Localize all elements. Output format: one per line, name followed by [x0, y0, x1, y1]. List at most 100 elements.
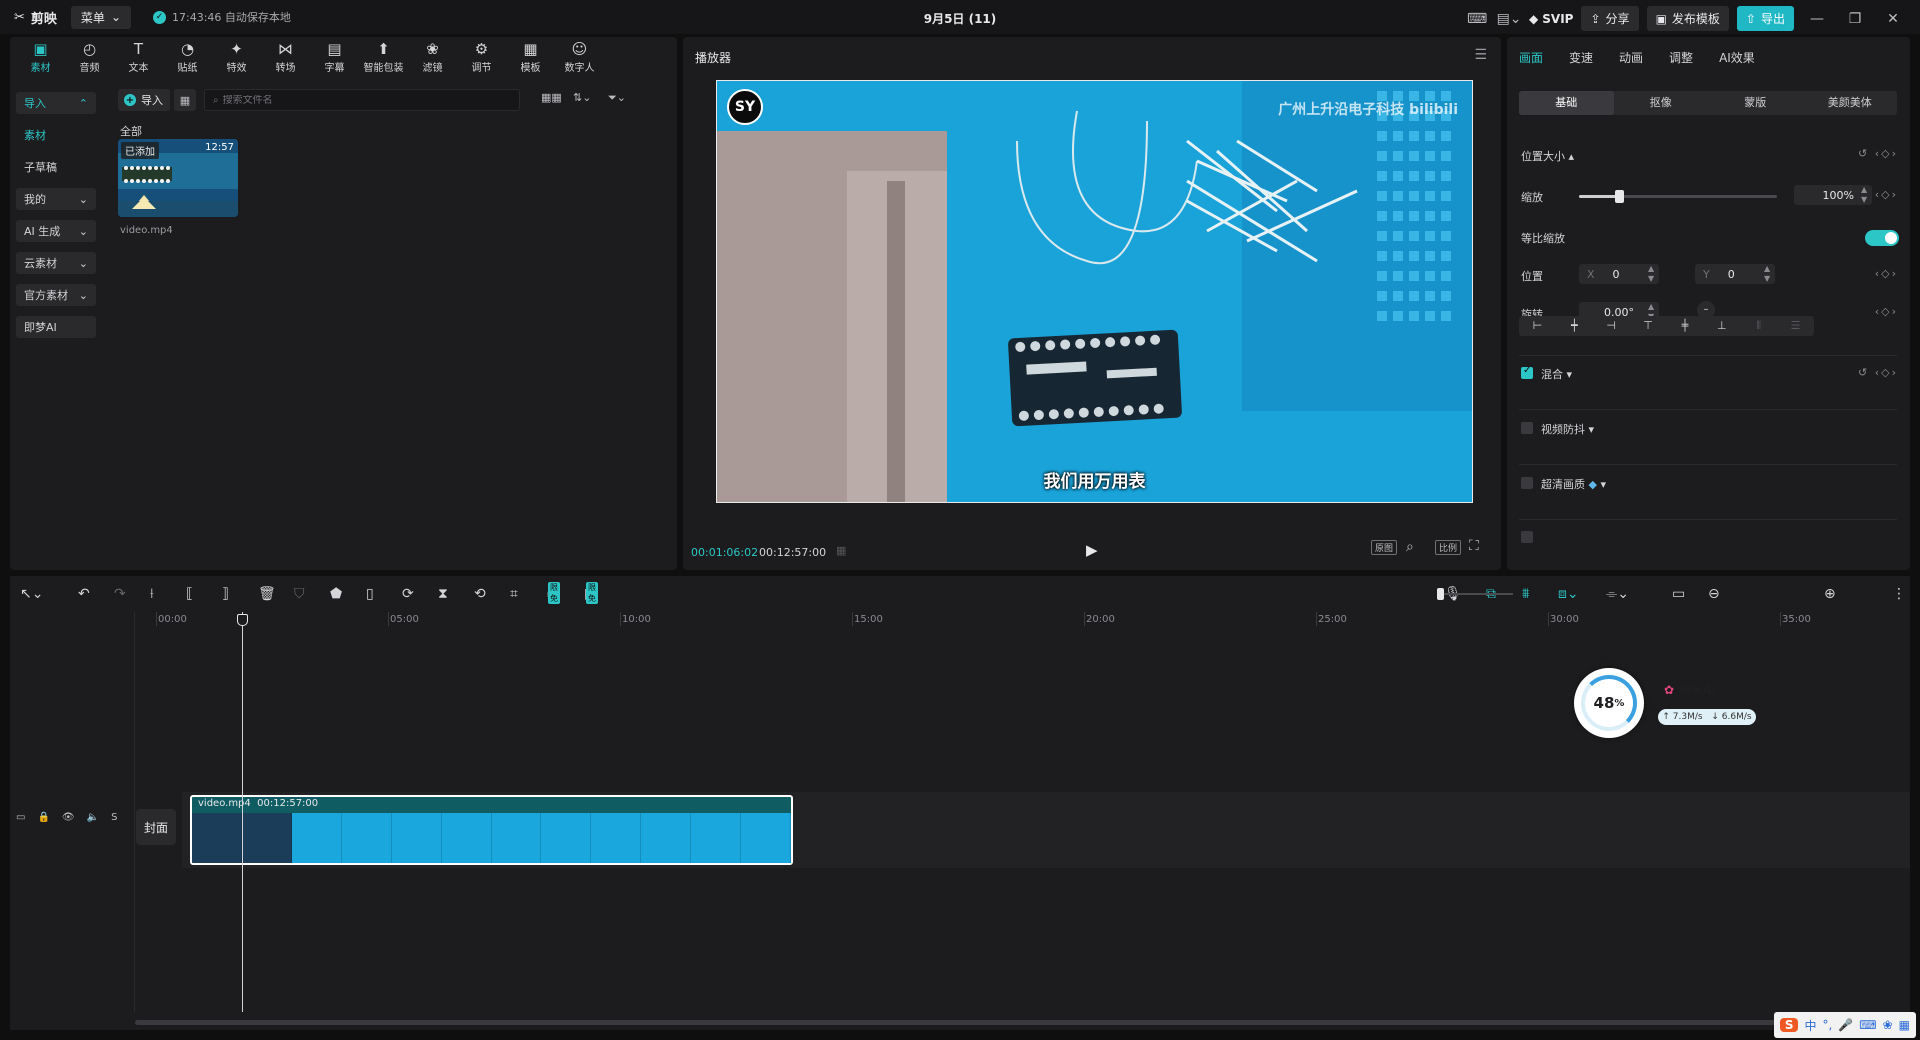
timeline-grid-icon[interactable]: ▦: [836, 544, 846, 557]
stepper-icon[interactable]: ▲▼: [1861, 185, 1867, 205]
sidebar-item-3[interactable]: AI 生成 ⌄: [16, 220, 96, 242]
ime-item-5[interactable]: ❀: [1883, 1018, 1893, 1032]
split-left-icon[interactable]: ⟦: [186, 586, 193, 602]
mirror-icon[interactable]: ⧗: [438, 586, 448, 602]
split-icon[interactable]: ⟊: [150, 586, 154, 602]
menu-button[interactable]: 菜单 ⌄: [70, 5, 131, 29]
sidebar-item-0[interactable]: 素材: [16, 124, 96, 146]
keyframe-icon[interactable]: ‹◇›: [1875, 188, 1898, 201]
tool-tab-4[interactable]: ✦ 特效: [212, 37, 261, 77]
stabilize-label[interactable]: 视频防抖 ▾: [1541, 421, 1594, 437]
speaker-icon[interactable]: 🔈: [87, 812, 99, 823]
align-bottom-icon[interactable]: ⊥: [1703, 316, 1740, 336]
fullscreen-icon[interactable]: ⛶: [1469, 538, 1479, 554]
tool-tab-3[interactable]: ◔ 贴纸: [163, 37, 212, 77]
track-thumbnail-toggle-icon[interactable]: ▭: [16, 812, 25, 823]
lock-icon[interactable]: 🔒: [37, 812, 49, 823]
zoom-slider-handle[interactable]: [1437, 588, 1444, 600]
solo-icon[interactable]: S: [111, 812, 117, 823]
reset-keyframe-icon[interactable]: ↺ ‹◇›: [1858, 366, 1898, 379]
position-x-input[interactable]: X0: [1579, 264, 1659, 284]
ime-item-1[interactable]: 中: [1804, 1017, 1816, 1034]
import-button[interactable]: + 导入: [118, 89, 170, 111]
playhead-handle[interactable]: [237, 614, 248, 626]
more-options-icon[interactable]: ⋮: [1892, 586, 1906, 602]
filter-icon[interactable]: ⏷⌄: [608, 91, 626, 105]
blend-label[interactable]: 混合 ▾: [1541, 366, 1572, 382]
stepper-icon[interactable]: ▲▼: [1764, 264, 1770, 284]
sidebar-item-4[interactable]: 云素材 ⌄: [16, 252, 96, 274]
position-y-input[interactable]: Y0: [1695, 264, 1775, 284]
layout-icon[interactable]: ▤⌄: [1497, 8, 1522, 30]
play-icon[interactable]: ▶: [1086, 541, 1098, 559]
export-button[interactable]: ⇧ 导出: [1736, 6, 1794, 31]
keyframe-icon[interactable]: ‹◇›: [1875, 305, 1898, 318]
zoom-in-icon[interactable]: ⊕: [1824, 586, 1836, 602]
tool-tab-9[interactable]: ⚙ 调节: [457, 37, 506, 77]
close-icon[interactable]: ✕: [1878, 11, 1908, 27]
crop-icon[interactable]: ⌗: [510, 586, 518, 602]
search-input[interactable]: [222, 94, 503, 106]
select-cursor-icon[interactable]: ↖⌄: [20, 586, 43, 602]
scale-slider[interactable]: [1579, 190, 1777, 203]
keyframe-icon[interactable]: ‹◇›: [1875, 267, 1898, 280]
hd-label[interactable]: 超清画质 ◆ ▾: [1541, 476, 1606, 492]
tool-tab-2[interactable]: T 文本: [114, 37, 163, 77]
align-left-icon[interactable]: ⊢: [1519, 316, 1556, 336]
reverse-icon[interactable]: ⟳: [402, 586, 414, 602]
tool-tab-6[interactable]: ▤ 字幕: [310, 37, 359, 77]
tool-tab-0[interactable]: ▣ 素材: [16, 37, 65, 77]
prop-subtab-3[interactable]: 美颜美体: [1803, 91, 1898, 115]
sidebar-item-6[interactable]: 即梦AI: [16, 316, 96, 338]
align-middle-v-icon[interactable]: ╪: [1667, 316, 1704, 336]
uniform-scale-toggle[interactable]: [1865, 230, 1899, 246]
ai-matting-icon[interactable]: ▭ 限免: [546, 582, 560, 604]
redo-icon[interactable]: ↷: [114, 586, 126, 602]
split-right-icon[interactable]: ⟧: [222, 586, 229, 602]
prop-tab-2[interactable]: 动画: [1619, 49, 1643, 66]
ime-item-6[interactable]: ▦: [1899, 1018, 1910, 1032]
playhead[interactable]: [237, 612, 248, 1012]
aspect-ratio-button[interactable]: 比例: [1435, 540, 1462, 555]
section-position-size[interactable]: 位置大小 ▴: [1521, 148, 1574, 164]
cover-button[interactable]: 封面: [136, 809, 176, 845]
preview-axis-icon[interactable]: ⌯⌄: [1606, 586, 1629, 602]
network-speed-widget[interactable]: 48% ✿ 纳米AI ↑ 7.3M/s ↓ 6.6M/s: [1574, 668, 1760, 738]
tool-tab-1[interactable]: ◴ 音频: [65, 37, 114, 77]
original-quality-button[interactable]: 原图: [1371, 540, 1398, 555]
prop-tab-4[interactable]: AI效果: [1719, 49, 1755, 66]
ai-extend-icon[interactable]: ▣ 限免: [584, 582, 598, 604]
distribute-v-icon[interactable]: ☰: [1777, 316, 1814, 336]
distribute-h-icon[interactable]: ⫴: [1740, 316, 1777, 336]
publish-template-button[interactable]: ▣ 发布模板: [1646, 6, 1729, 31]
ime-item-3[interactable]: 🎤: [1838, 1018, 1853, 1032]
rotate-icon[interactable]: ⟲: [474, 586, 486, 602]
sidebar-item-5[interactable]: 官方素材 ⌄: [16, 284, 96, 306]
blend-checkbox[interactable]: [1521, 365, 1533, 379]
prop-subtab-2[interactable]: 蒙版: [1708, 91, 1803, 115]
restore-icon[interactable]: ❐: [1840, 11, 1870, 27]
sort-icon[interactable]: ⇅⌄: [573, 91, 591, 104]
freeze-frame-icon[interactable]: ▯: [366, 586, 374, 602]
hamburger-menu-icon[interactable]: ☰: [1474, 47, 1487, 63]
svip-badge[interactable]: ◆ SVIP: [1529, 12, 1573, 26]
timeline-preview-icon[interactable]: ▭: [1672, 586, 1685, 602]
align-right-icon[interactable]: ⊣: [1593, 316, 1630, 336]
sidebar-item-2[interactable]: 我的 ⌄: [16, 188, 96, 210]
ime-item-4[interactable]: ⌨: [1859, 1018, 1876, 1032]
search-box[interactable]: ⌕: [204, 89, 520, 111]
media-thumbnail[interactable]: 已添加 12:57: [118, 139, 238, 217]
next-option-checkbox[interactable]: [1521, 531, 1533, 543]
marker-icon[interactable]: ⬟: [330, 586, 342, 602]
tool-tab-7[interactable]: ⬆ 智能包装: [359, 37, 408, 77]
prop-tab-3[interactable]: 调整: [1669, 49, 1693, 66]
tool-tab-5[interactable]: ⋈ 转场: [261, 37, 310, 77]
reset-keyframe-icon[interactable]: ↺ ‹◇›: [1858, 147, 1898, 160]
video-preview[interactable]: SY 广州上升沿电子科技 bilibili 我们用万用表: [716, 80, 1473, 503]
prop-subtab-1[interactable]: 抠像: [1614, 91, 1709, 115]
share-button[interactable]: ⇪ 分享: [1581, 6, 1639, 31]
linkage-icon[interactable]: ⧈⌄: [1558, 586, 1579, 602]
sidebar-item-import[interactable]: 导入 ⌃: [16, 92, 96, 114]
grid-view-icon[interactable]: ▦: [174, 89, 196, 111]
undo-icon[interactable]: ↶: [78, 586, 90, 602]
